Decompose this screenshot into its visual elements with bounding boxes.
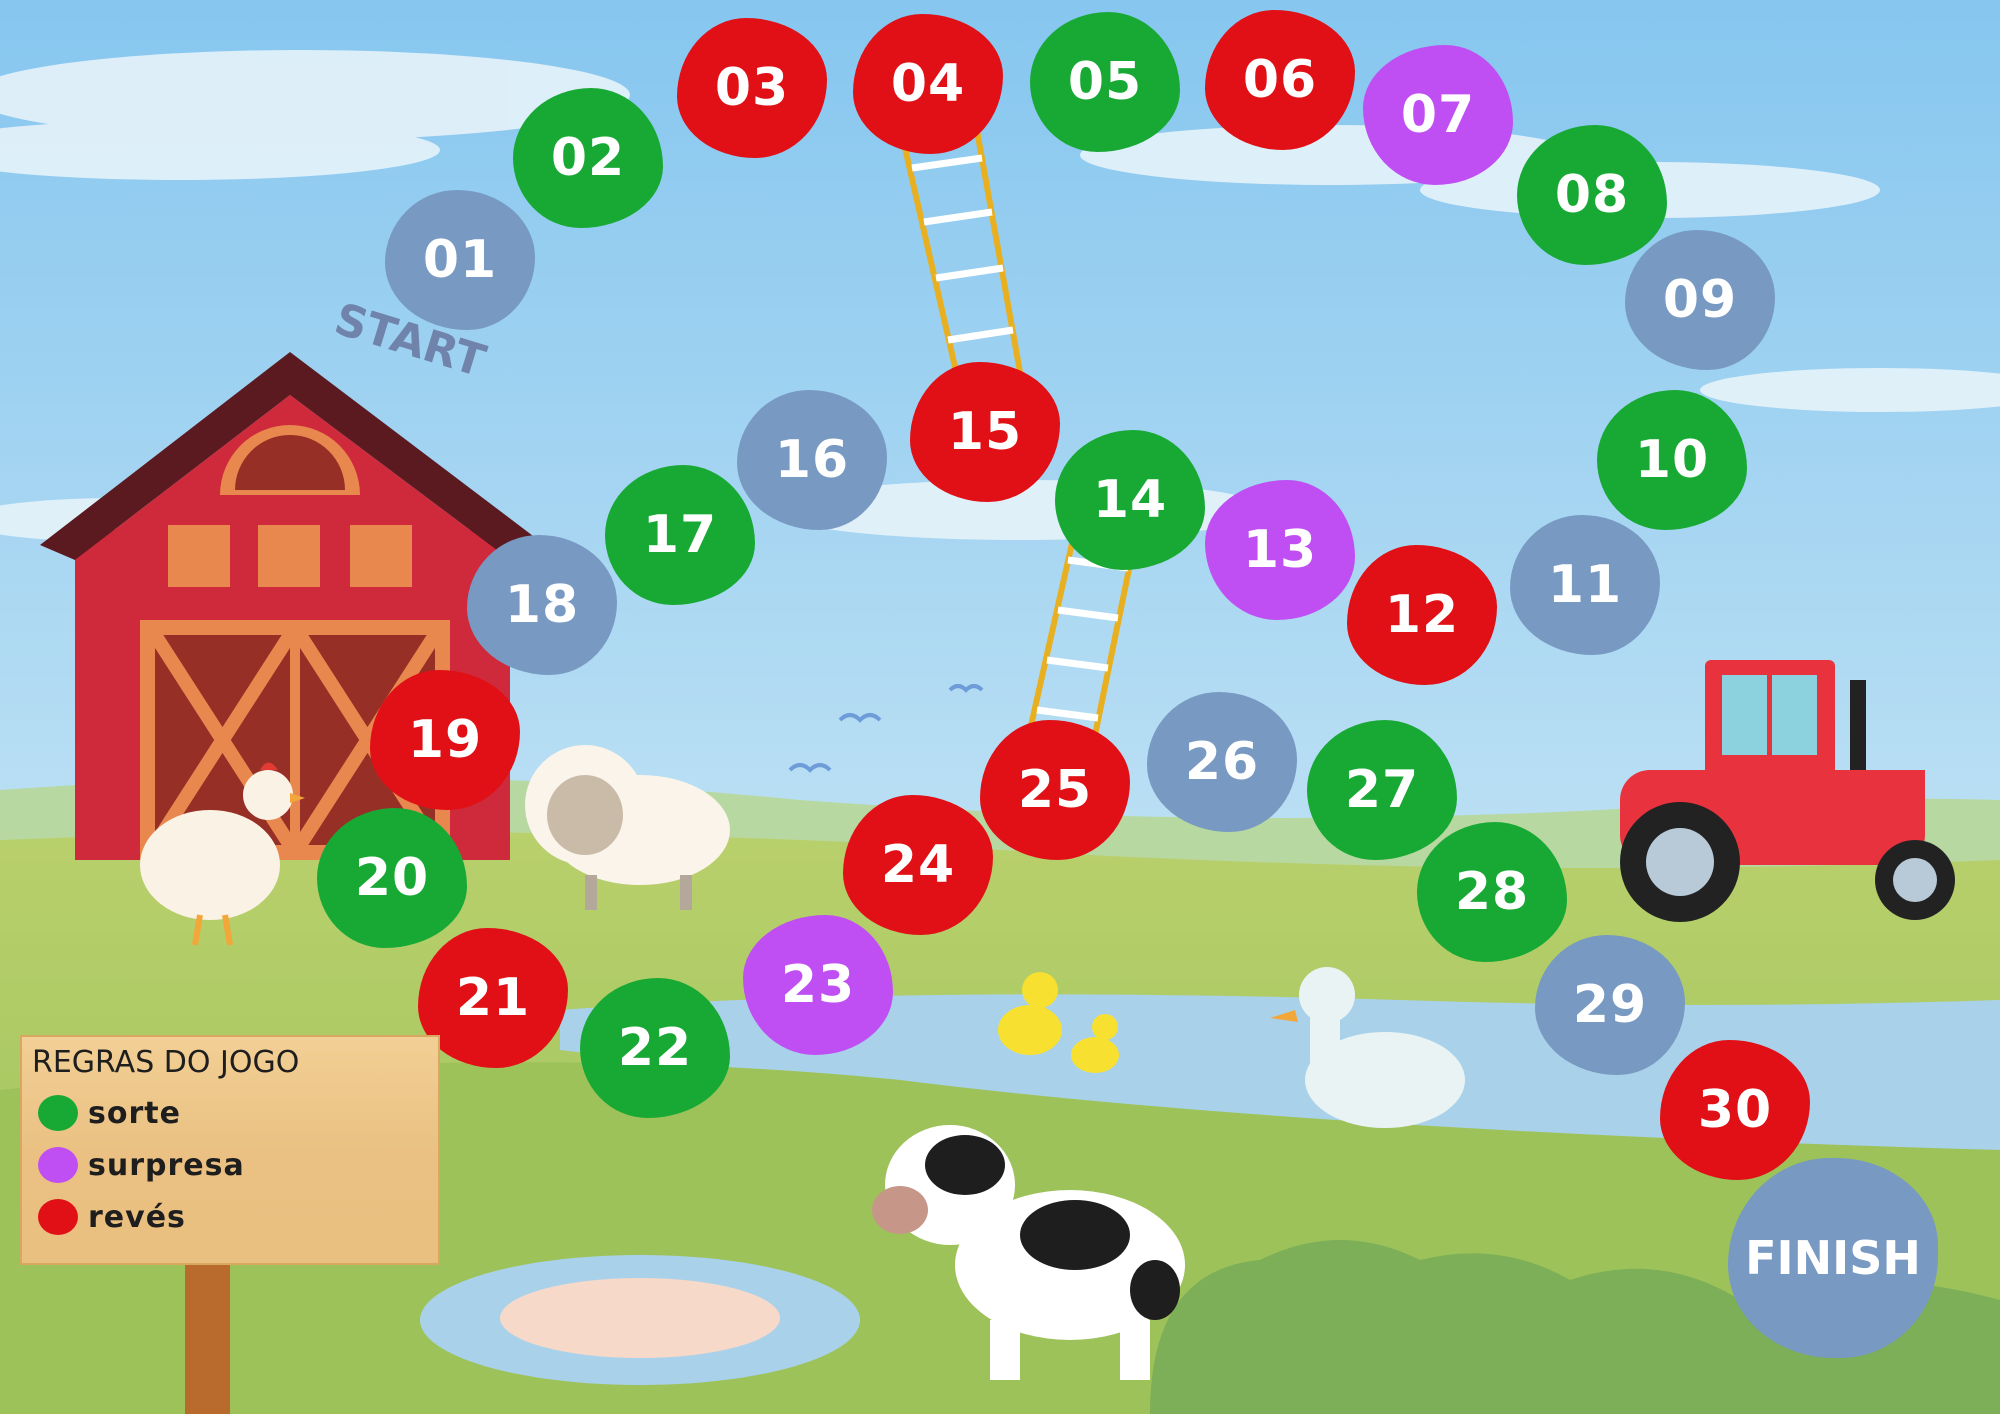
rule-label: sorte [88,1095,181,1131]
space-13[interactable]: 13 [1205,480,1355,620]
space-number: 06 [1242,50,1318,110]
space-10[interactable]: 10 [1597,390,1747,530]
space-09[interactable]: 09 [1625,230,1775,370]
space-number: 10 [1634,430,1710,490]
space-number: 12 [1384,585,1460,645]
rule-color-dot [38,1095,78,1131]
space-number: 09 [1662,270,1738,330]
space-22[interactable]: 22 [580,978,730,1118]
finish-space[interactable]: FINISH [1728,1158,1938,1358]
rule-color-dot [38,1147,78,1183]
space-number: 26 [1184,732,1260,792]
space-number: 11 [1547,555,1623,615]
space-number: 22 [617,1018,693,1078]
space-number: 13 [1242,520,1318,580]
space-20[interactable]: 20 [317,808,467,948]
space-number: 29 [1572,975,1648,1035]
space-number: 03 [714,58,790,118]
space-29[interactable]: 29 [1535,935,1685,1075]
space-02[interactable]: 02 [513,88,663,228]
rule-label: revés [88,1199,186,1235]
space-number: 02 [550,128,626,188]
space-28[interactable]: 28 [1417,822,1567,962]
finish-label: FINISH [1745,1231,1921,1285]
space-number: 17 [642,505,718,565]
rules-title: REGRAS DO JOGO [32,1045,300,1080]
space-16[interactable]: 16 [737,390,887,530]
space-01[interactable]: 01 [385,190,535,330]
space-07[interactable]: 07 [1363,45,1513,185]
space-11[interactable]: 11 [1510,515,1660,655]
space-number: 08 [1554,165,1630,225]
space-05[interactable]: 05 [1030,12,1180,152]
space-number: 21 [455,968,531,1028]
space-08[interactable]: 08 [1517,125,1667,265]
sign-post [185,1265,230,1414]
space-number: 27 [1344,760,1420,820]
rule-item-surpresa: surpresa [38,1147,245,1183]
space-17[interactable]: 17 [605,465,755,605]
space-number: 14 [1092,470,1168,530]
space-number: 28 [1454,862,1530,922]
space-number: 01 [422,230,498,290]
rule-label: surpresa [88,1147,245,1183]
space-23[interactable]: 23 [743,915,893,1055]
rule-item-reves: revés [38,1199,186,1235]
space-number: 19 [407,710,483,770]
rule-item-sorte: sorte [38,1095,181,1131]
space-number: 05 [1067,52,1143,112]
space-number: 30 [1697,1080,1773,1140]
rules-sign: REGRAS DO JOGO sorte surpresa revés [20,1035,440,1265]
rule-color-dot [38,1199,78,1235]
space-number: 04 [890,54,966,114]
space-18[interactable]: 18 [467,535,617,675]
space-number: 25 [1017,760,1093,820]
space-26[interactable]: 26 [1147,692,1297,832]
space-number: 07 [1400,85,1476,145]
space-number: 23 [780,955,856,1015]
space-14[interactable]: 14 [1055,430,1205,570]
space-number: 15 [947,402,1023,462]
space-27[interactable]: 27 [1307,720,1457,860]
space-number: 20 [354,848,430,908]
space-number: 24 [880,835,956,895]
space-number: 16 [774,430,850,490]
space-number: 18 [504,575,580,635]
